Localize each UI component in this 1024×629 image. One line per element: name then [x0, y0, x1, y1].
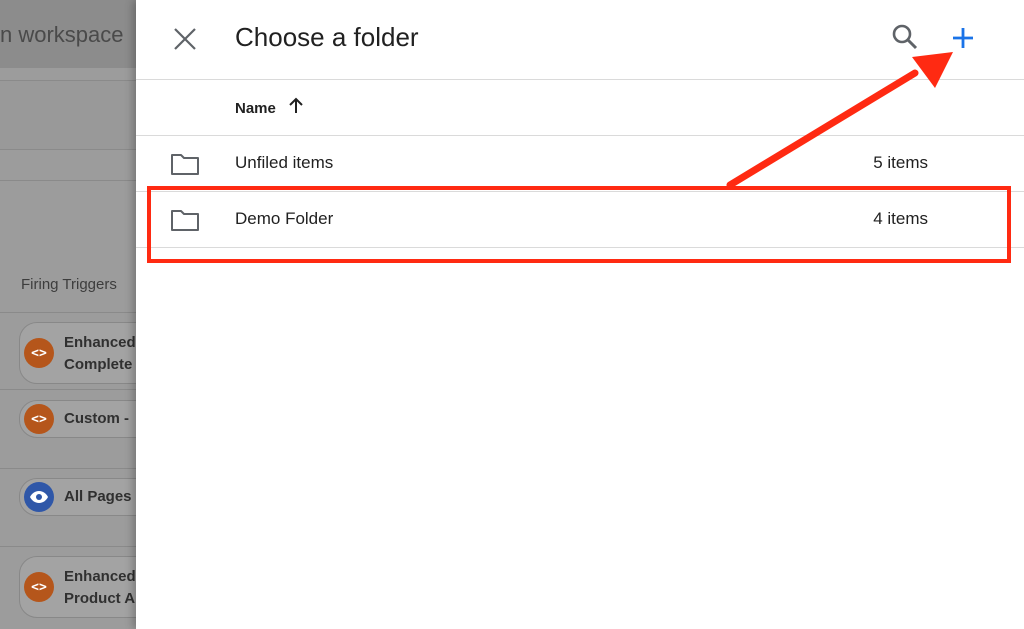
- folder-row[interactable]: Demo Folder 4 items: [136, 192, 1024, 248]
- divider: [0, 546, 136, 547]
- trigger-label: Complete: [64, 356, 133, 373]
- code-icon: <>: [24, 404, 54, 434]
- eye-icon: [24, 482, 54, 512]
- divider: [0, 468, 136, 469]
- firing-triggers-label: Firing Triggers: [21, 276, 117, 293]
- background-toolbar: [0, 80, 136, 150]
- divider: [0, 312, 136, 313]
- arrow-up-icon[interactable]: [288, 97, 304, 115]
- folder-row[interactable]: Unfiled items 5 items: [136, 136, 1024, 192]
- code-icon: <>: [24, 572, 54, 602]
- add-folder-button[interactable]: [947, 22, 979, 54]
- plus-icon: [953, 28, 973, 48]
- divider: [0, 180, 136, 181]
- dialog-title: Choose a folder: [235, 22, 419, 52]
- folder-icon: [171, 210, 199, 231]
- trigger-chip[interactable]: <> Custom -: [19, 400, 136, 438]
- trigger-chip[interactable]: <> Enhanced Complete: [19, 322, 136, 384]
- close-icon: [174, 28, 196, 50]
- trigger-chip[interactable]: <> Enhanced Product A: [19, 556, 136, 618]
- trigger-label: Enhanced: [64, 334, 136, 351]
- folder-item-count: 5 items: [873, 153, 928, 172]
- trigger-label: All Pages: [64, 488, 132, 505]
- trigger-label: Enhanced: [64, 568, 136, 585]
- divider: [0, 389, 136, 390]
- column-header: Name: [136, 80, 1024, 136]
- background-page: n workspace Firing Triggers <> Enhanced …: [0, 0, 136, 629]
- trigger-chip[interactable]: All Pages: [19, 478, 136, 516]
- trigger-label: Product A: [64, 590, 136, 607]
- folder-name: Unfiled items: [235, 153, 334, 172]
- search-icon: [892, 24, 918, 50]
- dialog-header: Choose a folder: [136, 0, 1024, 80]
- choose-folder-dialog: Choose a folder Name Unfiled items 5 ite…: [136, 0, 1024, 629]
- folder-name: Demo Folder: [235, 209, 334, 228]
- trigger-label: Custom -: [64, 410, 129, 427]
- background-header: n workspace: [0, 0, 136, 68]
- workspace-label: n workspace: [0, 22, 124, 47]
- code-icon: <>: [24, 338, 54, 368]
- folder-icon: [171, 154, 199, 175]
- folder-item-count: 4 items: [873, 209, 928, 228]
- name-column-header[interactable]: Name: [235, 100, 276, 117]
- close-button[interactable]: [168, 22, 202, 56]
- search-button[interactable]: [890, 22, 922, 54]
